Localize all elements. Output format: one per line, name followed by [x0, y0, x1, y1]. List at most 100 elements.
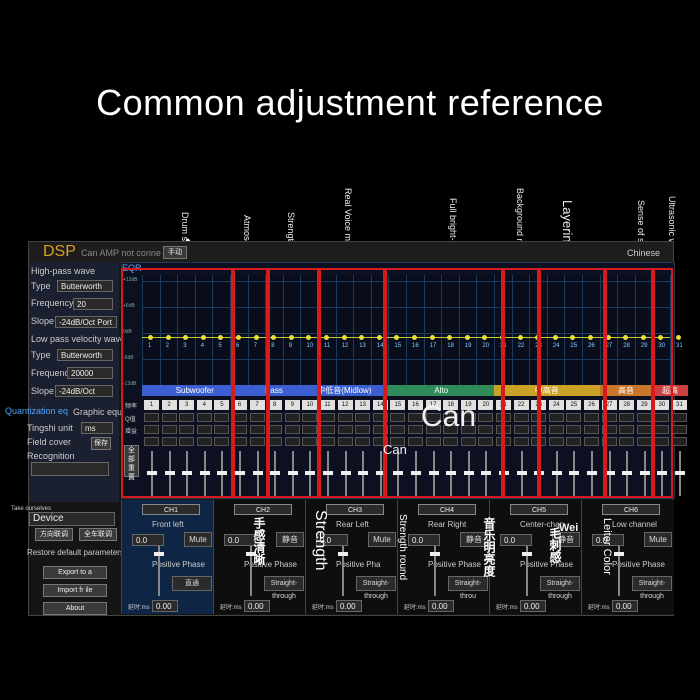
ch5-overlay-label: 毛刺感 [548, 527, 562, 563]
channel-tab[interactable]: CH3 [326, 504, 384, 515]
channel-level-input[interactable]: 0.0 [132, 534, 164, 546]
mute-button[interactable]: Mute [368, 532, 396, 547]
eq-param-cell[interactable] [672, 425, 687, 434]
mode-button[interactable]: Straight-through [356, 576, 396, 600]
channel-volume-slider[interactable] [338, 546, 348, 596]
page-heading: Common adjustment reference [96, 82, 604, 123]
lowpass-heading: Low pass velocity wave [31, 334, 126, 344]
mute-button[interactable]: Mute [644, 532, 672, 547]
slider-knob[interactable] [154, 552, 164, 556]
slider-knob[interactable] [675, 471, 685, 475]
callout-drum: Drum s [180, 212, 190, 241]
delay-label: 延时:ms [588, 605, 610, 611]
highlight-box [268, 268, 319, 498]
highlight-box [319, 268, 385, 498]
delay-input[interactable]: 0.00 [428, 600, 454, 612]
delay-input[interactable]: 0.00 [336, 600, 362, 612]
channel-position[interactable]: Low channel [612, 520, 657, 529]
channel-tab[interactable]: CH6 [602, 504, 660, 515]
channel-position[interactable]: Front left [152, 520, 184, 529]
delay-label: 延时:ms [404, 605, 426, 611]
title-bar: DSP Can AMP not conne 手动 Chinese [29, 242, 673, 262]
channel-tab[interactable]: CH1 [142, 504, 200, 515]
lp-slope-label: Slope [31, 386, 55, 396]
channel-volume-slider[interactable] [522, 546, 532, 596]
connection-status: Can AMP not conne [81, 248, 161, 258]
filter-sidebar: High-pass wave Type Butterworth Frequenc… [5, 262, 125, 502]
import-button[interactable]: Import fr ile [43, 584, 107, 597]
slider-knob[interactable] [338, 552, 348, 556]
recognition-select[interactable] [31, 462, 109, 476]
channel-volume-slider[interactable] [430, 546, 440, 596]
channel-panel-4: CH4 Rear Right 0.0 静音 Positive Phase Straight… [397, 500, 490, 614]
mute-button[interactable]: Mute [184, 532, 212, 547]
band-number: 31 [672, 400, 687, 410]
channel-volume-slider[interactable] [614, 546, 624, 596]
delay-input[interactable]: 0.00 [244, 600, 270, 612]
can-overlay-small: Can [383, 442, 407, 457]
lp-slope-select[interactable]: -24dB/Oct [55, 385, 113, 397]
manual-button[interactable]: 手动 [163, 246, 187, 259]
slider-knob[interactable] [522, 552, 532, 556]
highlight-box [503, 268, 539, 498]
can-overlay-large: Can [421, 400, 477, 433]
eq-point-31[interactable] [676, 335, 681, 340]
highlight-box [385, 268, 503, 498]
highlight-box [539, 268, 605, 498]
dsp-app-window: DSP Can AMP not conne 手动 Chinese High-pa… [5, 241, 688, 616]
device-field[interactable]: Device [29, 512, 115, 526]
delay-input[interactable]: 0.00 [612, 600, 638, 612]
mode-button[interactable]: Straight-through [540, 576, 580, 600]
channel-position[interactable]: Rear Right [428, 520, 466, 529]
mode-button[interactable]: Straight-throu [448, 576, 488, 600]
all-link-button[interactable]: 全车联调 [79, 528, 117, 541]
channel-level-input[interactable]: 0.0 [408, 534, 440, 546]
hp-slope-select[interactable]: -24dB/Oct Port [55, 316, 117, 328]
ch4-overlay-label: 音乐明亮度 [482, 517, 496, 577]
hp-type-label: Type [31, 281, 51, 291]
channel-panel-1: CH1 Front left 0.0 Mute Positive Phase 直通 延时:m… [121, 500, 214, 614]
direction-link-button[interactable]: 方向联调 [35, 528, 73, 541]
mode-button[interactable]: Straight-through [264, 576, 304, 600]
channel-position[interactable]: Rear Left [336, 520, 369, 529]
hp-frequency-input[interactable]: 20 [73, 298, 113, 310]
delay-label: 延时:ms [312, 605, 334, 611]
hp-frequency-label: Frequency [31, 298, 74, 308]
delay-input[interactable]: 0.00 [520, 600, 546, 612]
gain-slider[interactable] [675, 451, 685, 496]
leiter-overlay: Leiter Color [601, 518, 613, 575]
mute-button[interactable]: 静音 [276, 532, 304, 547]
eq-param-cell[interactable] [672, 413, 687, 422]
hp-type-select[interactable]: Butterworth [57, 280, 113, 292]
channel-tab[interactable]: CH4 [418, 504, 476, 515]
strength-round-overlay: Strength round [397, 514, 408, 581]
tingshi-label: Tingshi unit [27, 423, 73, 433]
language-label[interactable]: Chinese [627, 248, 660, 258]
delay-input[interactable]: 0.00 [152, 600, 178, 612]
slider-knob[interactable] [430, 552, 440, 556]
about-button[interactable]: About [43, 602, 107, 615]
export-button[interactable]: Export to a [43, 566, 107, 579]
dsp-logo: DSP [43, 243, 76, 260]
graphic-eq-tab[interactable]: Graphic equ [73, 407, 122, 417]
slider-knob[interactable] [614, 552, 624, 556]
channel-volume-slider[interactable] [154, 546, 164, 596]
mode-button[interactable]: Straight-through [632, 576, 672, 600]
highlight-box [121, 268, 233, 498]
tingshi-select[interactable]: ms [81, 422, 113, 434]
channel-level-input[interactable]: 0.0 [500, 534, 532, 546]
quantization-eq-tab[interactable]: Quantization eq [5, 406, 68, 416]
lp-frequency-input[interactable]: 20000 [67, 367, 113, 379]
highpass-heading: High-pass wave [31, 266, 96, 276]
channel-tab[interactable]: CH2 [234, 504, 292, 515]
mode-button[interactable]: 直通 [172, 576, 212, 591]
field-cover-label: Field cover [27, 437, 72, 447]
delay-label: 延时:ms [220, 605, 242, 611]
lp-type-select[interactable]: Butterworth [57, 349, 113, 361]
channel-tab[interactable]: CH5 [510, 504, 568, 515]
eq-param-cell[interactable] [672, 437, 687, 446]
delay-label: 延时:ms [128, 605, 150, 611]
ch2-overlay-label: 手感清晰 [252, 517, 266, 565]
restore-defaults-link[interactable]: Restore default parameters [27, 548, 124, 557]
field-cover-save-button[interactable]: 保存 [91, 437, 111, 450]
